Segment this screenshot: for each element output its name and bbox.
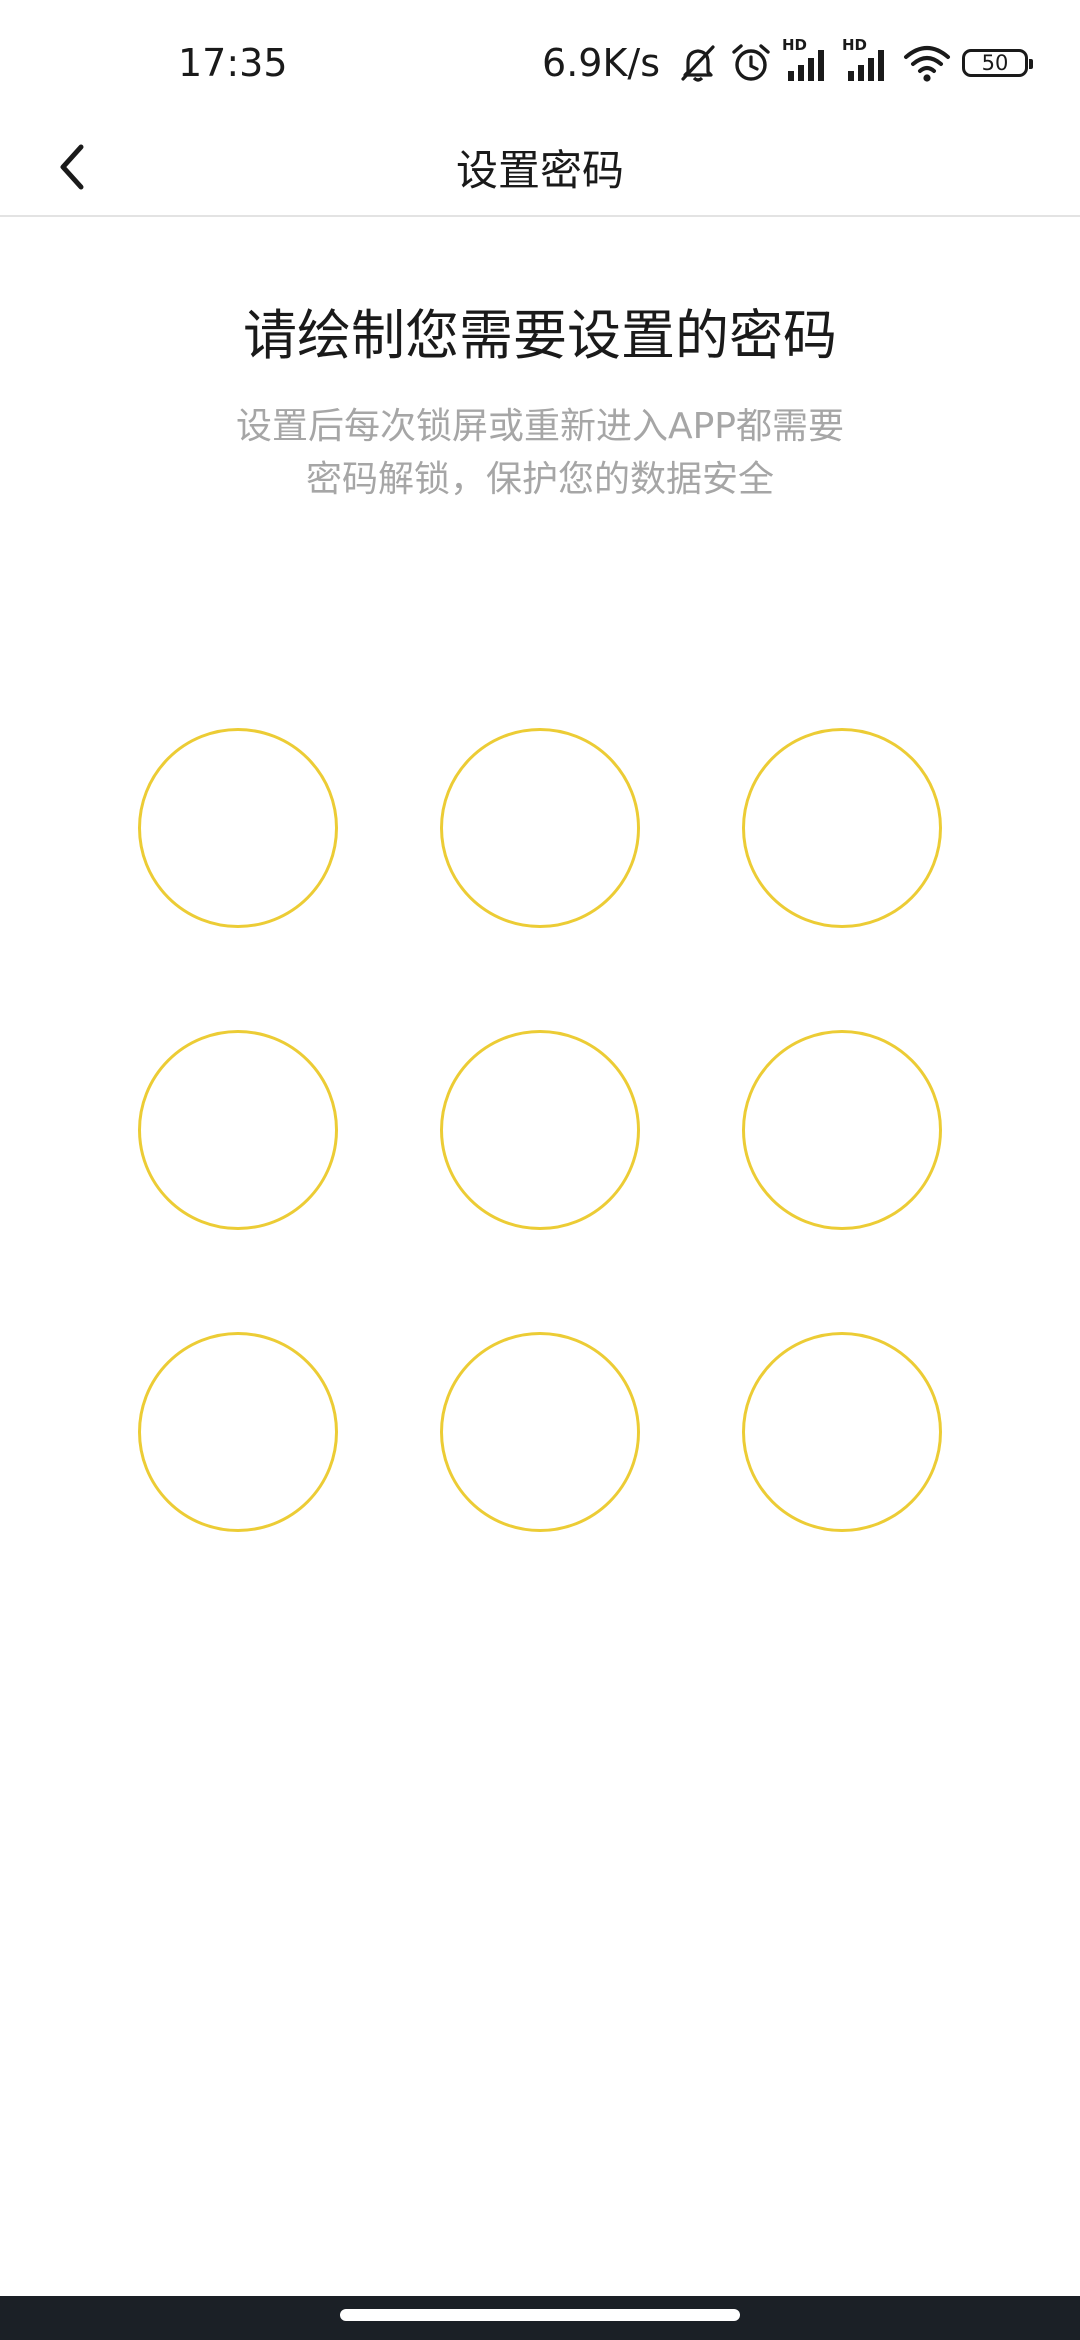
- pattern-dot-3[interactable]: [742, 728, 942, 928]
- page-title: 设置密码: [455, 146, 624, 195]
- pattern-dot-2[interactable]: [440, 728, 640, 928]
- mute-bell-icon: [676, 41, 720, 85]
- signal-icon: HD: [782, 37, 832, 85]
- pattern-lock-grid[interactable]: [138, 728, 942, 1532]
- wifi-icon: [902, 41, 952, 85]
- subtitle-line-2: 密码解锁，保护您的数据安全: [305, 459, 774, 500]
- network-speed: 6.9K/s: [542, 41, 660, 85]
- battery-level: 50: [981, 51, 1009, 75]
- pattern-dot-9[interactable]: [742, 1332, 942, 1532]
- pattern-dot-5[interactable]: [440, 1030, 640, 1230]
- signal-hd-label: HD: [782, 36, 808, 54]
- status-icons: 6.9K/s HD HD 50: [542, 37, 1033, 86]
- home-indicator[interactable]: [340, 2309, 740, 2321]
- status-bar: 17:35 6.9K/s HD HD 50: [0, 0, 1080, 120]
- signal-icon: HD: [842, 37, 892, 85]
- pattern-dot-6[interactable]: [742, 1030, 942, 1230]
- status-time: 17:35: [178, 41, 288, 85]
- system-gesture-bar: [0, 2296, 1080, 2340]
- battery-icon: 50: [962, 49, 1033, 77]
- alarm-icon: [730, 41, 772, 85]
- nav-bar: 设置密码: [0, 120, 1080, 217]
- instruction-subtitle: 设置后每次锁屏或重新进入APP都需要 密码解锁，保护您的数据安全: [0, 400, 1080, 506]
- signal-hd-label: HD: [842, 36, 868, 54]
- pattern-dot-7[interactable]: [138, 1332, 338, 1532]
- subtitle-line-1: 设置后每次锁屏或重新进入APP都需要: [235, 406, 845, 447]
- pattern-dot-4[interactable]: [138, 1030, 338, 1230]
- pattern-dot-1[interactable]: [138, 728, 338, 928]
- instruction-heading: 请绘制您需要设置的密码: [243, 304, 837, 367]
- pattern-dot-8[interactable]: [440, 1332, 640, 1532]
